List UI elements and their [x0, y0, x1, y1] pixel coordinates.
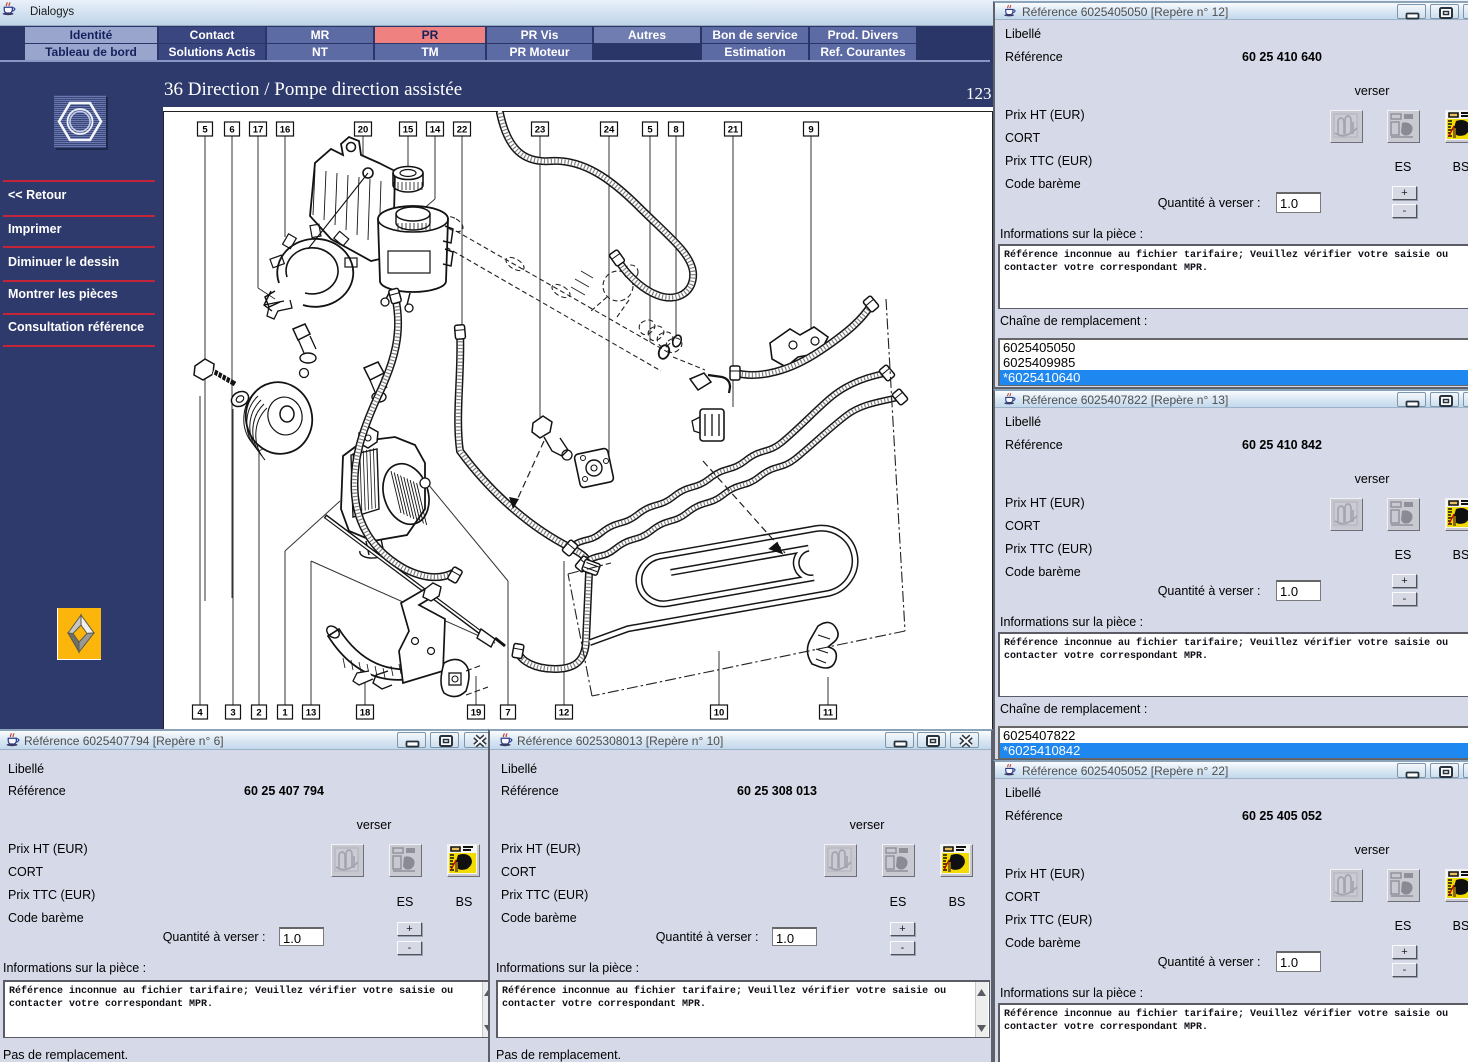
svg-text:2: 2 [256, 708, 261, 719]
svg-text:24: 24 [604, 125, 615, 136]
svg-text:5: 5 [202, 125, 208, 136]
svg-text:5: 5 [647, 125, 653, 136]
svg-text:16: 16 [280, 125, 291, 136]
svg-text:7: 7 [505, 708, 510, 719]
svg-text:12: 12 [559, 708, 570, 719]
svg-text:23: 23 [535, 125, 546, 136]
svg-text:14: 14 [430, 125, 441, 136]
svg-text:19: 19 [471, 708, 482, 719]
svg-text:4: 4 [197, 708, 203, 719]
svg-text:1: 1 [282, 708, 288, 719]
svg-text:9: 9 [808, 125, 813, 136]
svg-text:18: 18 [360, 708, 371, 719]
svg-text:22: 22 [457, 125, 468, 136]
svg-text:10: 10 [714, 708, 725, 719]
svg-text:6: 6 [229, 125, 234, 136]
svg-text:13: 13 [306, 708, 317, 719]
svg-text:15: 15 [403, 125, 414, 136]
svg-text:8: 8 [673, 125, 678, 136]
svg-text:3: 3 [230, 708, 235, 719]
svg-text:21: 21 [728, 125, 739, 136]
svg-text:20: 20 [358, 125, 369, 136]
svg-text:11: 11 [823, 708, 834, 719]
svg-text:17: 17 [253, 125, 264, 136]
